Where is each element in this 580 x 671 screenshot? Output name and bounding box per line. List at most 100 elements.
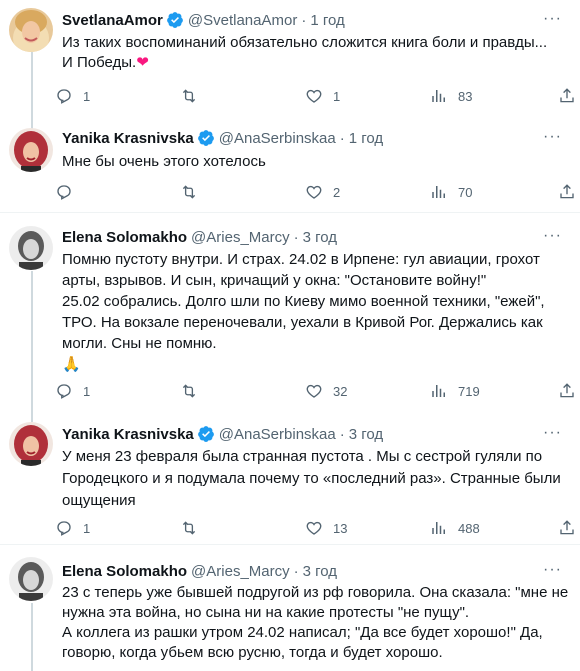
- tweet-header: Yanika Krasnivska @AnaSerbinskaa · 1 год: [62, 128, 383, 148]
- timestamp[interactable]: 3 год: [303, 229, 337, 246]
- reply-button[interactable]: 1: [55, 86, 90, 106]
- display-name[interactable]: SvetlanaAmor: [62, 12, 163, 29]
- more-icon[interactable]: ···: [543, 128, 562, 146]
- share-button[interactable]: [558, 86, 580, 106]
- share-button[interactable]: [558, 182, 580, 202]
- user-handle[interactable]: @AnaSerbinskaa: [219, 130, 336, 147]
- action-bar: 1 32 719: [55, 381, 515, 401]
- tweet-text: Из таких воспоминаний обязательно сложит…: [62, 33, 562, 73]
- reply-icon: [57, 89, 71, 104]
- more-icon[interactable]: ···: [543, 10, 562, 28]
- action-bar: 1 13 488: [55, 518, 515, 538]
- tweet-2[interactable]: Yanika Krasnivska @AnaSerbinskaa · 1 год…: [0, 122, 580, 212]
- views-button[interactable]: 83: [430, 86, 472, 106]
- retweet-icon: [182, 89, 196, 103]
- tweet-3[interactable]: Elena Solomakho @Aries_Marcy · 3 год ···…: [0, 213, 580, 410]
- like-button[interactable]: 13: [305, 518, 347, 538]
- tweet-text: Помню пустоту внутри. И страх. 24.02 в И…: [62, 249, 562, 375]
- reply-button[interactable]: [55, 182, 83, 202]
- text-line: ТРО. На вокзале переночевали, уехали в К…: [62, 314, 543, 331]
- like-button[interactable]: 2: [305, 182, 340, 202]
- retweet-icon: [182, 521, 196, 535]
- display-name[interactable]: Yanika Krasnivska: [62, 130, 194, 147]
- views-icon: [432, 186, 445, 198]
- thread-line: [31, 603, 33, 671]
- verified-badge-icon: [166, 11, 184, 29]
- tweet-header: Elena Solomakho @Aries_Marcy · 3 год: [62, 561, 337, 581]
- like-icon: [306, 384, 322, 398]
- avatar[interactable]: [9, 557, 53, 601]
- like-icon: [306, 89, 322, 103]
- text-fragment: И Победы.: [62, 54, 137, 71]
- avatar[interactable]: [9, 128, 53, 172]
- more-icon[interactable]: ···: [543, 227, 562, 245]
- text-line: Городецкого и я подумала почему то «посл…: [62, 470, 561, 487]
- reply-icon: [57, 521, 71, 536]
- reply-button[interactable]: 1: [55, 381, 90, 401]
- avatar[interactable]: [9, 226, 53, 270]
- views-button[interactable]: 70: [430, 182, 472, 202]
- text-line: нужна эта война, но сына ни на какие про…: [62, 604, 470, 621]
- user-handle[interactable]: @AnaSerbinskaa: [219, 426, 336, 443]
- tweet-5[interactable]: Elena Solomakho @Aries_Marcy · 3 год ···…: [0, 545, 580, 671]
- display-name[interactable]: Yanika Krasnivska: [62, 426, 194, 443]
- more-icon[interactable]: ···: [543, 561, 562, 579]
- timestamp[interactable]: 1 год: [310, 12, 344, 29]
- separator: ·: [339, 129, 345, 147]
- more-icon[interactable]: ···: [543, 424, 562, 442]
- user-handle[interactable]: @SvetlanaAmor: [188, 12, 297, 29]
- action-bar: 2 70: [55, 182, 515, 202]
- like-button[interactable]: 1: [305, 86, 340, 106]
- text-line: 23 с теперь уже бывшей подругой из рф го…: [62, 584, 569, 601]
- retweet-button[interactable]: [180, 86, 208, 106]
- retweet-button[interactable]: [180, 182, 208, 202]
- view-count: 70: [458, 184, 473, 200]
- view-count: 488: [458, 520, 480, 536]
- tweet-1[interactable]: SvetlanaAmor @SvetlanaAmor · 1 год ··· И…: [0, 0, 580, 122]
- timestamp[interactable]: 3 год: [349, 426, 383, 443]
- display-name[interactable]: Elena Solomakho: [62, 563, 187, 580]
- verified-badge-icon: [197, 129, 215, 147]
- text-line: И Победы.❤: [62, 53, 562, 73]
- text-line: Мне бы очень этого хотелось: [62, 153, 266, 170]
- timestamp[interactable]: 1 год: [349, 130, 383, 147]
- share-button[interactable]: [558, 381, 580, 401]
- user-handle[interactable]: @Aries_Marcy: [191, 229, 290, 246]
- text-line: могли. Сны не помню.: [62, 335, 217, 352]
- views-button[interactable]: 488: [430, 518, 480, 538]
- view-count: 719: [458, 383, 480, 399]
- reply-count: 1: [83, 88, 91, 104]
- like-count: 32: [333, 383, 348, 399]
- verified-badge-icon: [197, 425, 215, 443]
- text-line: У меня 23 февраля была странная пустота …: [62, 448, 543, 465]
- user-handle[interactable]: @Aries_Marcy: [191, 563, 290, 580]
- tweet-header: Yanika Krasnivska @AnaSerbinskaa · 3 год: [62, 424, 383, 444]
- tweet-text: Мне бы очень этого хотелось: [62, 152, 562, 172]
- views-icon: [432, 385, 445, 397]
- share-button[interactable]: [558, 518, 580, 538]
- views-icon: [432, 90, 445, 102]
- timestamp[interactable]: 3 год: [303, 563, 337, 580]
- tweet-header: SvetlanaAmor @SvetlanaAmor · 1 год: [62, 10, 345, 30]
- text-line: арты, взрывов. И сын, кричащий у окна: "…: [62, 272, 487, 289]
- tweet-header: Elena Solomakho @Aries_Marcy · 3 год: [62, 227, 337, 247]
- tweet-4[interactable]: Yanika Krasnivska @AnaSerbinskaa · 3 год…: [0, 410, 580, 544]
- display-name[interactable]: Elena Solomakho: [62, 229, 187, 246]
- like-icon: [306, 185, 322, 199]
- text-line: Помню пустоту внутри. И страх. 24.02 в И…: [62, 251, 540, 268]
- separator: ·: [293, 228, 299, 246]
- like-count: 2: [333, 184, 341, 200]
- red-heart-emoji: ❤: [136, 54, 149, 71]
- share-icon: [560, 184, 574, 199]
- avatar[interactable]: [9, 422, 53, 466]
- share-icon: [560, 88, 574, 103]
- views-button[interactable]: 719: [430, 381, 480, 401]
- avatar[interactable]: [9, 8, 53, 52]
- retweet-button[interactable]: [180, 518, 208, 538]
- thread-line: [31, 410, 33, 422]
- thread-line: [31, 52, 33, 122]
- retweet-button[interactable]: [180, 381, 208, 401]
- reply-button[interactable]: 1: [55, 518, 90, 538]
- retweet-icon: [182, 185, 196, 199]
- like-button[interactable]: 32: [305, 381, 347, 401]
